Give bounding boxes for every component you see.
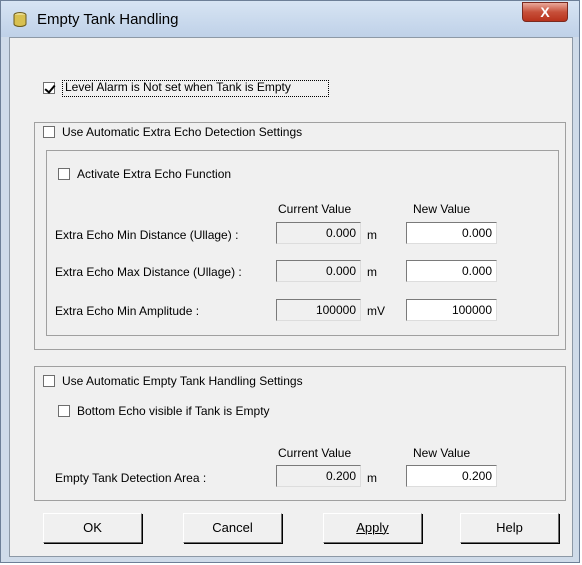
min-amplitude-new-input[interactable]: 100000	[406, 299, 497, 321]
tank-icon	[13, 12, 27, 27]
dialog-body: Level Alarm is Not set when Tank is Empt…	[9, 37, 573, 557]
ok-button[interactable]: OK	[43, 513, 142, 543]
empty-tank-auto-checkbox[interactable]	[43, 375, 55, 387]
empty-tank-new-header: New Value	[413, 446, 471, 460]
min-distance-unit: m	[367, 228, 377, 242]
min-amplitude-label: Extra Echo Min Amplitude :	[55, 304, 200, 318]
bottom-echo-checkbox[interactable]	[58, 405, 70, 417]
detection-area-current: 0.200	[276, 465, 361, 487]
extra-echo-new-header: New Value	[413, 202, 471, 216]
level-alarm-label[interactable]: Level Alarm is Not set when Tank is Empt…	[65, 80, 291, 94]
extra-echo-current-header: Current Value	[278, 202, 352, 216]
apply-button[interactable]: Apply	[323, 513, 422, 543]
apply-button-label: Apply	[356, 520, 389, 535]
dialog-window: Empty Tank Handling X Level Alarm is Not…	[0, 0, 580, 563]
max-distance-label: Extra Echo Max Distance (Ullage) :	[55, 265, 242, 279]
max-distance-new-input[interactable]: 0.000	[406, 260, 497, 282]
extra-echo-auto-label[interactable]: Use Automatic Extra Echo Detection Setti…	[62, 125, 302, 139]
bottom-echo-label[interactable]: Bottom Echo visible if Tank is Empty	[77, 404, 270, 418]
activate-extra-echo-checkbox[interactable]	[58, 168, 70, 180]
min-distance-label: Extra Echo Min Distance (Ullage) :	[55, 228, 239, 242]
min-distance-new-input[interactable]: 0.000	[406, 222, 497, 244]
max-distance-unit: m	[367, 265, 377, 279]
min-amplitude-current: 100000	[276, 299, 361, 321]
activate-extra-echo-label[interactable]: Activate Extra Echo Function	[77, 167, 231, 181]
close-button[interactable]: X	[522, 2, 568, 22]
max-distance-current: 0.000	[276, 260, 361, 282]
empty-tank-auto-label[interactable]: Use Automatic Empty Tank Handling Settin…	[62, 374, 303, 388]
title-bar[interactable]: Empty Tank Handling X	[1, 1, 579, 37]
close-icon: X	[540, 4, 550, 20]
empty-tank-current-header: Current Value	[278, 446, 352, 460]
window-title: Empty Tank Handling	[37, 11, 179, 28]
detection-area-label: Empty Tank Detection Area :	[55, 471, 207, 485]
detection-area-new-input[interactable]: 0.200	[406, 465, 497, 487]
level-alarm-checkbox[interactable]	[43, 82, 55, 94]
min-amplitude-unit: mV	[367, 304, 385, 318]
min-distance-current: 0.000	[276, 222, 361, 244]
extra-echo-auto-checkbox[interactable]	[43, 126, 55, 138]
help-button[interactable]: Help	[460, 513, 559, 543]
cancel-button[interactable]: Cancel	[183, 513, 282, 543]
detection-area-unit: m	[367, 471, 377, 485]
